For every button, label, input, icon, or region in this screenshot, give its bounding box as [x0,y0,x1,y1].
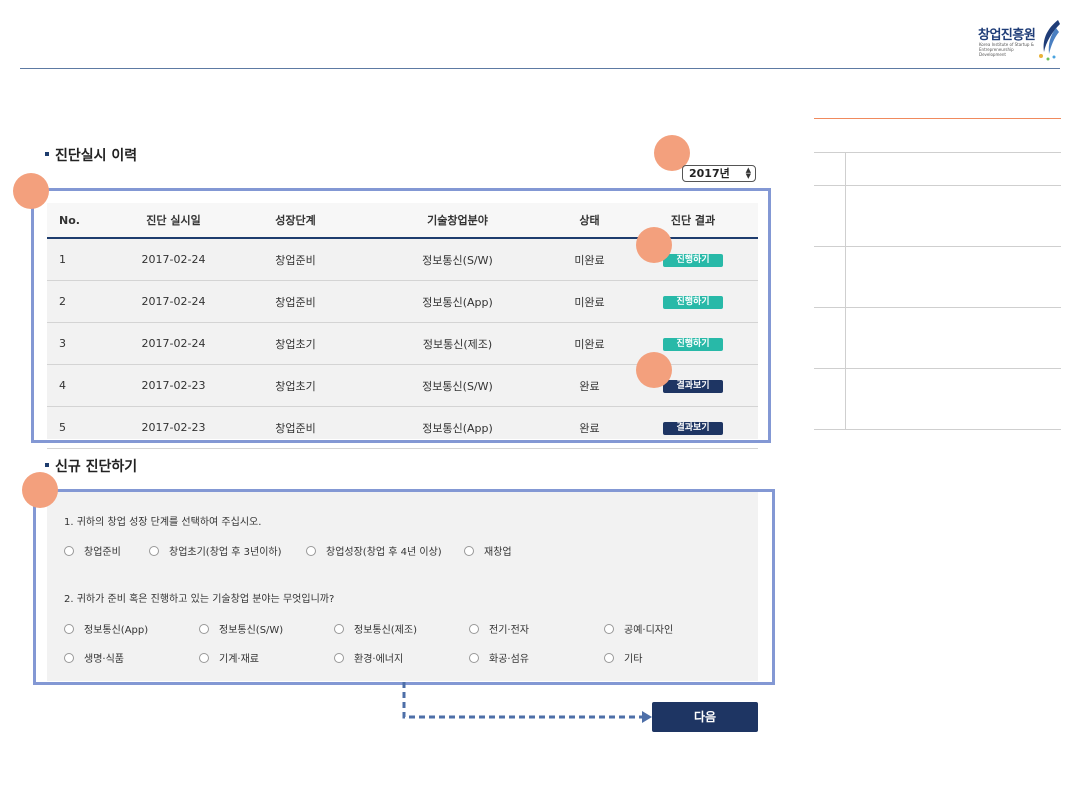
logo-wing-icon [1039,20,1060,61]
flow-arrow-icon [402,682,652,723]
side-panel-row [814,152,1061,185]
history-title-text: 진단실시 이력 [55,148,138,164]
year-select[interactable]: 2017년 ▲ ▼ [682,165,756,182]
annotation-marker-proceed [636,227,672,263]
side-panel-row [814,307,1061,368]
select-arrows-icon: ▲ ▼ [745,166,751,180]
history-highlight-box [31,188,771,443]
next-button[interactable]: 다음 [652,702,758,732]
bullet-icon [45,463,49,467]
side-panel-row [814,368,1061,430]
side-panel-row [814,246,1061,307]
history-section-title: 진단실시 이력 [45,145,137,165]
new-diagnosis-section-title: 신규 진단하기 [45,456,137,476]
annotation-marker-history [13,173,49,209]
side-panel-table [814,152,1061,430]
logo-name: 창업진흥원 [978,28,1036,43]
annotation-marker-new [22,472,58,508]
logo-subtitle: Korea Institute of Startup & Entrepreneu… [979,42,1034,57]
logo: 창업진흥원 Korea Institute of Startup & Entre… [978,18,1068,64]
new-diagnosis-highlight-box [33,489,775,685]
bullet-icon [45,152,49,156]
year-select-value: 2017년 [689,167,730,180]
header-divider [20,68,1060,69]
side-panel-row [814,185,1061,246]
side-panel-accent-line [814,118,1061,119]
annotation-marker-result [636,352,672,388]
new-diagnosis-title-text: 신규 진단하기 [55,459,138,475]
